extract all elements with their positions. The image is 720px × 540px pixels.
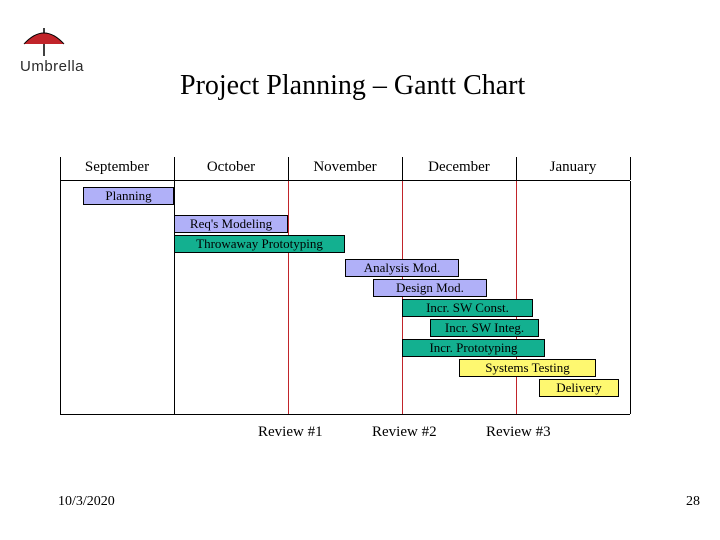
review-row: Review #1 Review #2 Review #3: [60, 424, 630, 448]
month-label: December: [402, 155, 516, 179]
page-title: Project Planning – Gantt Chart: [180, 70, 525, 102]
month-label: September: [60, 155, 174, 179]
task-bar: Analysis Mod.: [345, 259, 459, 277]
umbrella-icon: [20, 28, 68, 56]
task-bar: Incr. SW Integ.: [430, 319, 539, 337]
month-label: October: [174, 155, 288, 179]
month-header: September October November December Janu…: [60, 155, 630, 181]
brand-name: Umbrella: [20, 58, 84, 75]
task-bar: Systems Testing: [459, 359, 596, 377]
task-bar: Incr. Prototyping: [402, 339, 545, 357]
gantt-chart: September October November December Janu…: [60, 155, 630, 415]
brand-logo: Umbrella: [20, 28, 84, 75]
gantt-body: Planning Req's Modeling Throwaway Protot…: [60, 181, 630, 415]
task-bar: Design Mod.: [373, 279, 487, 297]
footer-date: 10/3/2020: [58, 494, 115, 510]
review-label: Review #3: [486, 424, 551, 441]
review-label: Review #1: [258, 424, 323, 441]
month-label: January: [516, 155, 630, 179]
task-bar: Req's Modeling: [174, 215, 288, 233]
review-label: Review #2: [372, 424, 437, 441]
task-bar: Incr. SW Const.: [402, 299, 533, 317]
month-label: November: [288, 155, 402, 179]
task-bar: Planning: [83, 187, 174, 205]
page-number: 28: [686, 494, 700, 510]
task-bar: Delivery: [539, 379, 619, 397]
task-bar: Throwaway Prototyping: [174, 235, 345, 253]
